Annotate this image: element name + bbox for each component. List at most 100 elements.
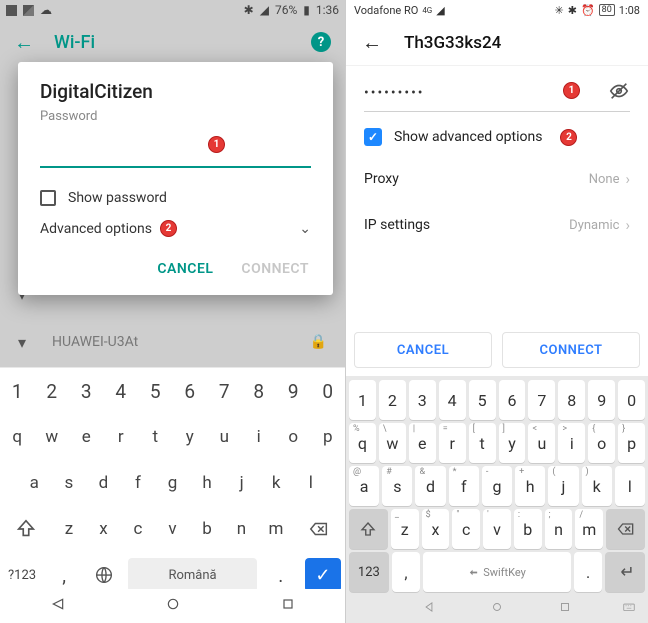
key-h[interactable]: h (190, 460, 225, 506)
key-7[interactable]: 7 (528, 380, 555, 420)
key-9[interactable]: 9 (588, 380, 615, 420)
key-1[interactable]: 1 (349, 380, 376, 420)
key-y[interactable]: y (173, 414, 208, 460)
key-f[interactable]: *f (449, 466, 479, 506)
back-icon[interactable]: ← (14, 30, 34, 55)
shift-key[interactable] (0, 506, 52, 552)
key-k[interactable]: )k (582, 466, 612, 506)
key-g[interactable]: g (155, 460, 190, 506)
advanced-options-row[interactable]: Advanced options 2 ⌄ (40, 220, 311, 237)
ip-row[interactable]: IP settings Dynamic › (364, 202, 630, 248)
key-n[interactable]: ;n (545, 509, 573, 549)
key-9[interactable]: 9 (276, 368, 311, 414)
nav-recent-icon[interactable] (558, 599, 572, 618)
key-m[interactable]: m (259, 506, 294, 552)
key-l[interactable]: l (294, 460, 329, 506)
key-o[interactable]: {o (588, 423, 615, 463)
cancel-button[interactable]: CANCEL (354, 332, 492, 368)
key-r[interactable]: r (104, 414, 139, 460)
key-3[interactable]: 3 (409, 380, 436, 420)
key-6[interactable]: 6 (173, 368, 208, 414)
eye-off-icon[interactable] (608, 80, 630, 106)
period-key[interactable]: . (574, 552, 602, 592)
key-y[interactable]: ]y (499, 423, 526, 463)
key-p[interactable]: }p (618, 423, 645, 463)
key-4[interactable]: 4 (104, 368, 139, 414)
key-v[interactable]: v (155, 506, 190, 552)
key-t[interactable]: t (138, 414, 173, 460)
key-p[interactable]: p (311, 414, 346, 460)
key-b[interactable]: :b (514, 509, 542, 549)
key-t[interactable]: [t (469, 423, 496, 463)
backspace-key[interactable] (606, 509, 645, 549)
key-i[interactable]: >i (558, 423, 585, 463)
key-r[interactable]: =r (439, 423, 466, 463)
key-d[interactable]: d (86, 460, 121, 506)
enter-key[interactable] (605, 552, 645, 592)
symbols-key[interactable]: 123 (349, 552, 389, 592)
nav-home-icon[interactable] (165, 596, 181, 616)
key-8[interactable]: 8 (242, 368, 277, 414)
key-a[interactable]: @a (349, 466, 379, 506)
connect-button[interactable]: CONNECT (241, 261, 309, 277)
keyboard[interactable]: 1234567890 qwertyuiop asdfghjkl zxcvbnm … (0, 367, 345, 589)
key-w[interactable]: w (35, 414, 70, 460)
key-x[interactable]: $x (422, 509, 450, 549)
checkbox-checked-icon[interactable]: ✓ (364, 128, 382, 146)
nav-home-icon[interactable] (490, 599, 504, 618)
backspace-key[interactable] (293, 506, 345, 552)
key-0[interactable]: 0 (618, 380, 645, 420)
key-5[interactable]: 5 (138, 368, 173, 414)
key-5[interactable]: 5 (469, 380, 496, 420)
keyboard-switch-icon[interactable] (622, 599, 636, 618)
nav-back-icon[interactable] (50, 596, 66, 616)
connect-button[interactable]: CONNECT (502, 332, 640, 368)
key-c[interactable]: c (121, 506, 156, 552)
key-7[interactable]: 7 (207, 368, 242, 414)
key-8[interactable]: 8 (558, 380, 585, 420)
password-input[interactable]: 1 (40, 142, 311, 168)
back-icon[interactable]: ← (362, 30, 382, 55)
nav-recent-icon[interactable] (280, 596, 296, 616)
key-a[interactable]: a (17, 460, 52, 506)
key-1[interactable]: 1 (0, 368, 35, 414)
shift-key[interactable] (349, 509, 388, 549)
key-c[interactable]: "c (452, 509, 480, 549)
show-advanced-row[interactable]: ✓ Show advanced options 2 (364, 112, 630, 156)
key-e[interactable]: |e (409, 423, 436, 463)
key-z[interactable]: z (52, 506, 87, 552)
key-u[interactable]: u (207, 414, 242, 460)
key-e[interactable]: e (69, 414, 104, 460)
key-x[interactable]: x (86, 506, 121, 552)
key-o[interactable]: o (276, 414, 311, 460)
key-n[interactable]: n (224, 506, 259, 552)
key-h[interactable]: +h (515, 466, 545, 506)
key-4[interactable]: 4 (439, 380, 466, 420)
key-d[interactable]: &d (415, 466, 445, 506)
key-m[interactable]: /m (575, 509, 603, 549)
nav-back-icon[interactable] (422, 599, 436, 618)
key-6[interactable]: 6 (499, 380, 526, 420)
key-v[interactable]: 'v (483, 509, 511, 549)
help-icon[interactable]: ? (311, 32, 331, 52)
key-j[interactable]: (j (548, 466, 578, 506)
key-l[interactable]: l (615, 466, 645, 506)
key-q[interactable]: q (0, 414, 35, 460)
key-q[interactable]: %q (349, 423, 376, 463)
key-i[interactable]: i (242, 414, 277, 460)
key-b[interactable]: b (190, 506, 225, 552)
key-k[interactable]: k (259, 460, 294, 506)
key-w[interactable]: \w (379, 423, 406, 463)
key-2[interactable]: 2 (35, 368, 70, 414)
proxy-row[interactable]: Proxy None › (364, 156, 630, 202)
key-s[interactable]: s (52, 460, 87, 506)
password-input[interactable]: ••••••••• 1 (364, 74, 630, 112)
key-j[interactable]: j (224, 460, 259, 506)
key-z[interactable]: _z (391, 509, 419, 549)
key-u[interactable]: <u (528, 423, 555, 463)
comma-key[interactable]: , (392, 552, 420, 592)
cancel-button[interactable]: CANCEL (157, 261, 213, 277)
space-key[interactable]: SwiftKey (423, 552, 571, 592)
keyboard[interactable]: 1234567890 %q\w|e=r[t]y<u>i{o}p @a#s&d*f… (346, 376, 648, 593)
key-0[interactable]: 0 (311, 368, 346, 414)
